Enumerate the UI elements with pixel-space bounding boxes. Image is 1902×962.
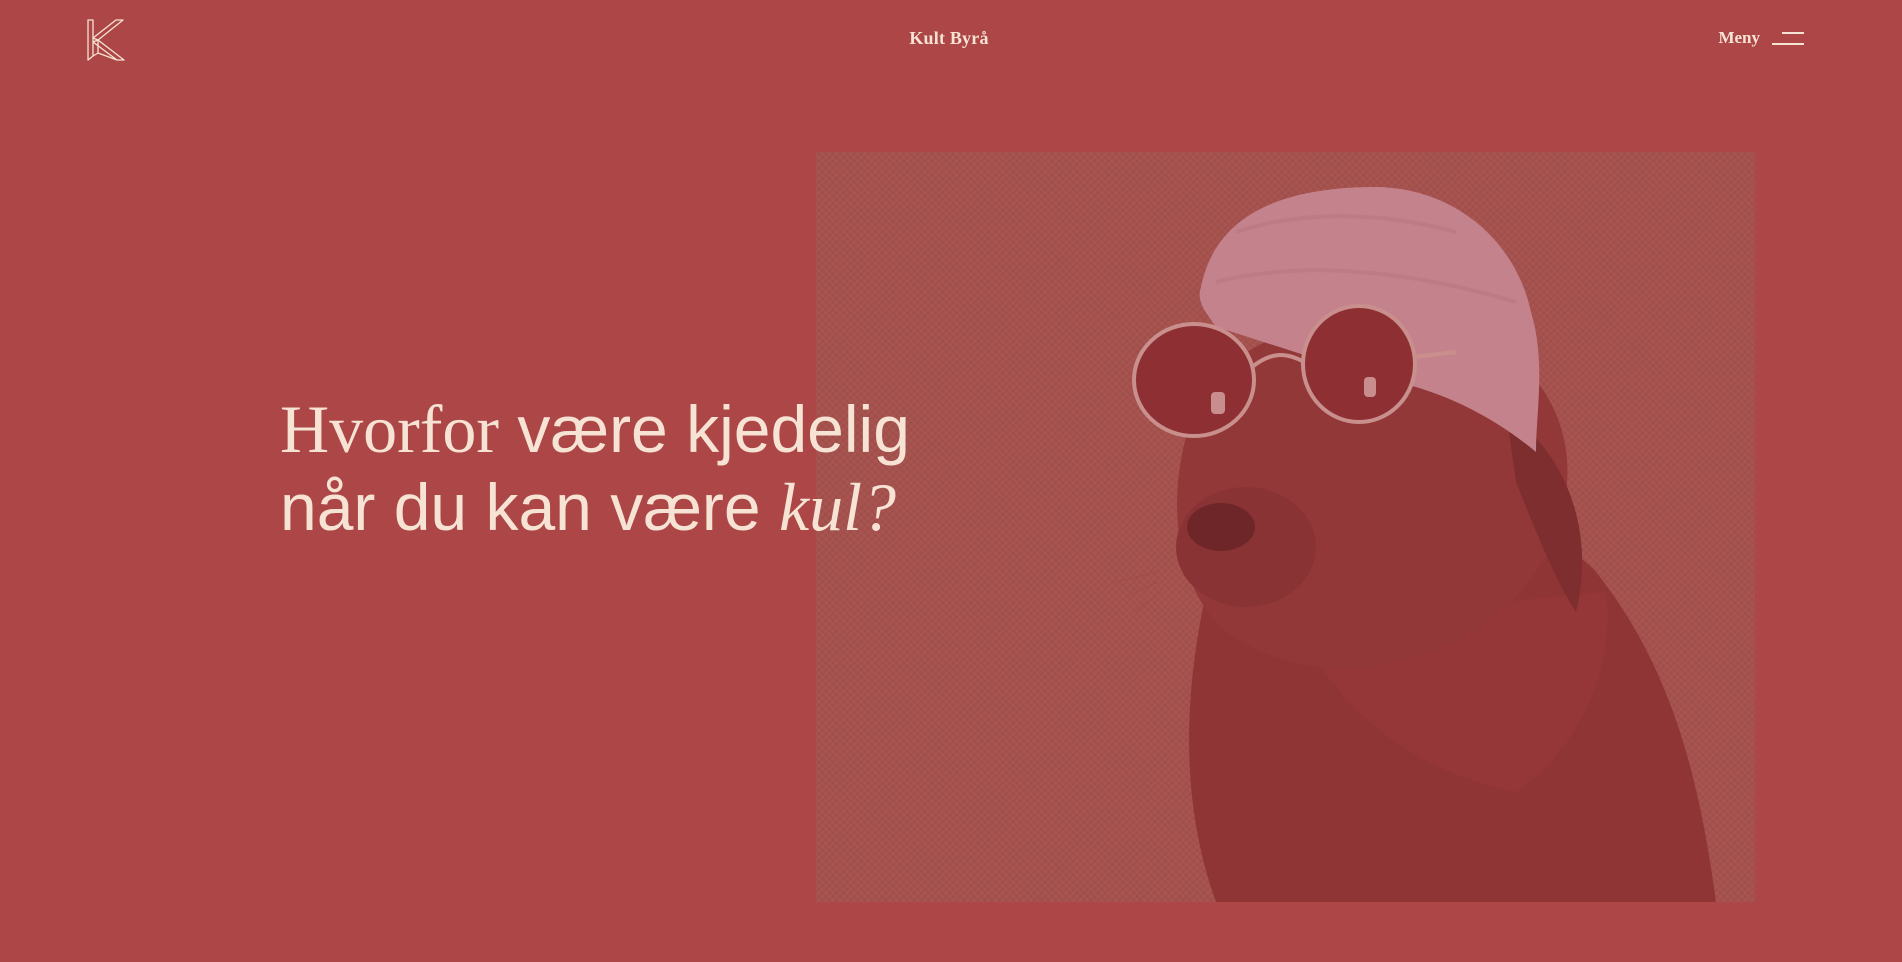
site-title[interactable]: Kult Byrå <box>0 28 1902 49</box>
hero-image <box>816 152 1755 902</box>
site-title-text: Kult Byrå <box>909 28 989 48</box>
headline-line-1: Hvorfor være kjedelig <box>280 390 910 468</box>
hamburger-icon <box>1772 30 1804 46</box>
headline-line-2: når du kan være kul? <box>280 468 910 546</box>
menu-label: Meny <box>1718 28 1760 47</box>
headline-line2-sans: når du kan være <box>280 470 779 544</box>
headline-word-italic: kul? <box>778 469 897 545</box>
hero-headline: Hvorfor være kjedelig når du kan være ku… <box>280 390 910 546</box>
headline-line1-sans: være kjedelig <box>499 392 910 466</box>
menu-button[interactable]: Meny <box>1718 26 1804 50</box>
headline-word-serif: Hvorfor <box>280 391 500 467</box>
dog-illustration <box>1115 187 1716 902</box>
